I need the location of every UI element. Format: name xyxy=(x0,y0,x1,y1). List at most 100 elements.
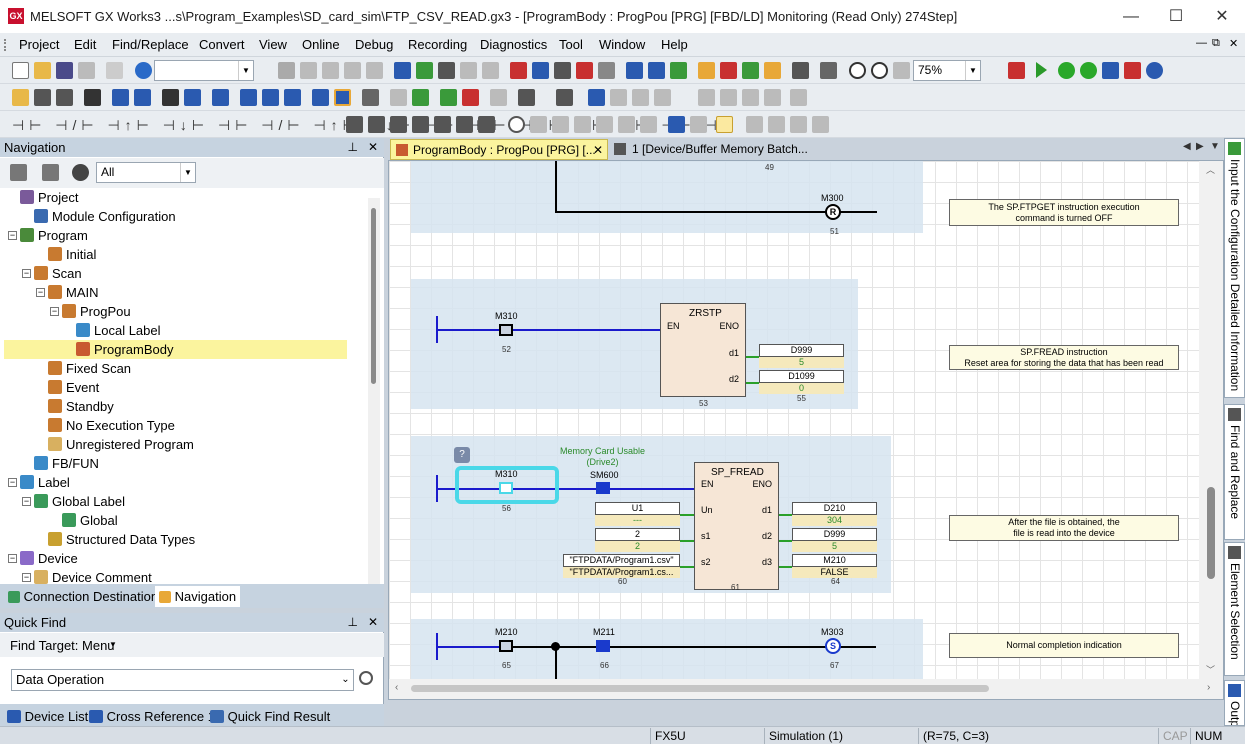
tree-scrollbar[interactable] xyxy=(368,198,380,584)
tab-scroll-left-icon[interactable]: ◀ xyxy=(1183,141,1191,152)
menu-window[interactable]: Window xyxy=(599,37,645,52)
tree-item-progpou[interactable]: − ProgPou xyxy=(50,302,131,321)
fb6-icon[interactable] xyxy=(456,116,473,133)
table2-icon[interactable] xyxy=(134,89,151,106)
scroll-up-icon[interactable]: ︿ xyxy=(1206,163,1215,176)
note-icon[interactable] xyxy=(742,62,759,79)
menu-view[interactable]: View xyxy=(259,37,287,52)
tree-expand-icon[interactable] xyxy=(10,164,27,181)
tab-find-and-replace[interactable]: Find and Replace xyxy=(1224,404,1245,540)
tree-item-global-label[interactable]: − Global Label xyxy=(22,492,125,511)
contact-m211-nc[interactable] xyxy=(596,640,610,652)
print-icon[interactable] xyxy=(78,62,95,79)
tree-item-fixed-scan[interactable]: Fixed Scan xyxy=(48,359,131,378)
tree-item-global[interactable]: Global xyxy=(62,511,118,530)
tree-item-structured-data-types[interactable]: Structured Data Types xyxy=(48,530,195,549)
check-box2-icon[interactable] xyxy=(462,89,479,106)
tool-a-icon[interactable] xyxy=(790,116,807,133)
redo-icon[interactable] xyxy=(366,62,383,79)
tree-item-scan[interactable]: − Scan xyxy=(22,264,82,283)
tree-item-standby[interactable]: Standby xyxy=(48,397,114,416)
reset-coil[interactable]: R xyxy=(825,204,841,220)
fb5-icon[interactable] xyxy=(434,116,451,133)
menu-help[interactable]: Help xyxy=(661,37,688,52)
dev-test-icon[interactable] xyxy=(670,62,687,79)
tab-close-icon[interactable]: ✕ xyxy=(593,140,603,161)
search-icon[interactable] xyxy=(359,671,373,685)
copy-icon[interactable] xyxy=(300,62,317,79)
tree-item-module-configuration[interactable]: Module Configuration xyxy=(34,207,176,226)
comment-icon[interactable] xyxy=(698,62,715,79)
help-icon[interactable]: ? xyxy=(454,447,470,463)
tool-b-icon[interactable] xyxy=(812,116,829,133)
menu-convert[interactable]: Convert xyxy=(199,37,245,52)
menu-find-replace[interactable]: Find/Replace xyxy=(112,37,189,52)
circle-icon[interactable] xyxy=(508,116,525,133)
tab-list-icon[interactable]: ▼ xyxy=(1210,141,1220,152)
menu-recording[interactable]: Recording xyxy=(408,37,467,52)
tab-cross-reference[interactable]: Cross Reference 1 xyxy=(85,706,219,727)
navigator-active-icon[interactable] xyxy=(334,89,351,106)
tab-configuration-detail[interactable]: Input the Configuration Detailed Informa… xyxy=(1224,138,1245,398)
program-icon[interactable] xyxy=(34,89,51,106)
grid1-icon[interactable] xyxy=(698,89,715,106)
find-target-dropdown[interactable]: Find Target: Menu xyxy=(10,638,115,653)
statement-comment[interactable]: After the file is obtained, the file is … xyxy=(949,515,1179,541)
mdi-restore-button[interactable]: ⧉ xyxy=(1212,37,1220,50)
editor-vertical-scrollbar[interactable]: ︿ ﹀ xyxy=(1199,161,1223,679)
search-combo[interactable]: ▼ xyxy=(154,60,254,81)
line7-icon[interactable] xyxy=(690,116,707,133)
dev-list-icon[interactable] xyxy=(212,89,229,106)
dev-display-icon[interactable] xyxy=(668,116,685,133)
tree-item-program[interactable]: − Program xyxy=(8,226,88,245)
tree-collapse-icon[interactable]: − xyxy=(22,269,31,278)
tree-item-event[interactable]: Event xyxy=(48,378,99,397)
tree-item-device[interactable]: − Device xyxy=(8,549,78,568)
cut-icon[interactable] xyxy=(278,62,295,79)
tab-program-body[interactable]: ProgramBody : ProgPou [PRG] [... ✕ xyxy=(390,139,608,160)
monitor-icon[interactable] xyxy=(576,62,593,79)
tree-collapse-icon[interactable]: − xyxy=(22,497,31,506)
grid2-icon[interactable] xyxy=(720,89,737,106)
pin-icon[interactable]: ⊥ xyxy=(347,615,357,629)
write-icon[interactable] xyxy=(510,62,527,79)
tool2-icon[interactable] xyxy=(412,89,429,106)
tool3-icon[interactable] xyxy=(490,89,507,106)
fb-icon[interactable] xyxy=(346,116,363,133)
tree-item-local-label[interactable]: Local Label xyxy=(76,321,161,340)
scroll-down-icon[interactable]: ﹀ xyxy=(1206,663,1215,676)
zoom-fit-icon[interactable] xyxy=(893,62,910,79)
check-green-icon[interactable] xyxy=(1058,62,1075,79)
watch-icon[interactable] xyxy=(598,62,615,79)
tree-collapse-icon[interactable]: − xyxy=(36,288,45,297)
menu-project[interactable]: Project xyxy=(19,37,59,52)
zoom-combo[interactable]: 75% ▼ xyxy=(913,60,981,81)
tree-collapse-icon[interactable] xyxy=(42,164,59,181)
operand-d2[interactable]: D999 xyxy=(792,528,877,541)
fb7-icon[interactable] xyxy=(478,116,495,133)
ladder-grey-icon[interactable] xyxy=(460,62,477,79)
pen-icon[interactable] xyxy=(746,116,763,133)
eye-icon[interactable] xyxy=(768,116,785,133)
window3-icon[interactable] xyxy=(632,89,649,106)
module-icon[interactable] xyxy=(84,89,101,106)
zoom-in-icon[interactable] xyxy=(849,62,866,79)
new-icon[interactable] xyxy=(12,62,29,79)
contact-sm600-energized[interactable] xyxy=(596,482,610,494)
minimize-button[interactable]: — xyxy=(1108,0,1154,33)
window-icon[interactable] xyxy=(588,89,605,106)
simulation-icon[interactable] xyxy=(1146,62,1163,79)
convert-icon[interactable] xyxy=(820,62,837,79)
gear-icon[interactable] xyxy=(72,164,89,181)
operand-d1[interactable]: D999 xyxy=(759,344,844,357)
line6-icon[interactable] xyxy=(640,116,657,133)
contact-m210[interactable] xyxy=(499,640,513,652)
read-icon[interactable] xyxy=(532,62,549,79)
tree-item-initial[interactable]: Initial xyxy=(48,245,96,264)
grid5-icon[interactable] xyxy=(790,89,807,106)
fb4-icon[interactable] xyxy=(412,116,429,133)
line-icon[interactable] xyxy=(530,116,547,133)
open-icon[interactable] xyxy=(34,62,51,79)
contact-m310[interactable] xyxy=(499,324,513,336)
window2-icon[interactable] xyxy=(610,89,627,106)
